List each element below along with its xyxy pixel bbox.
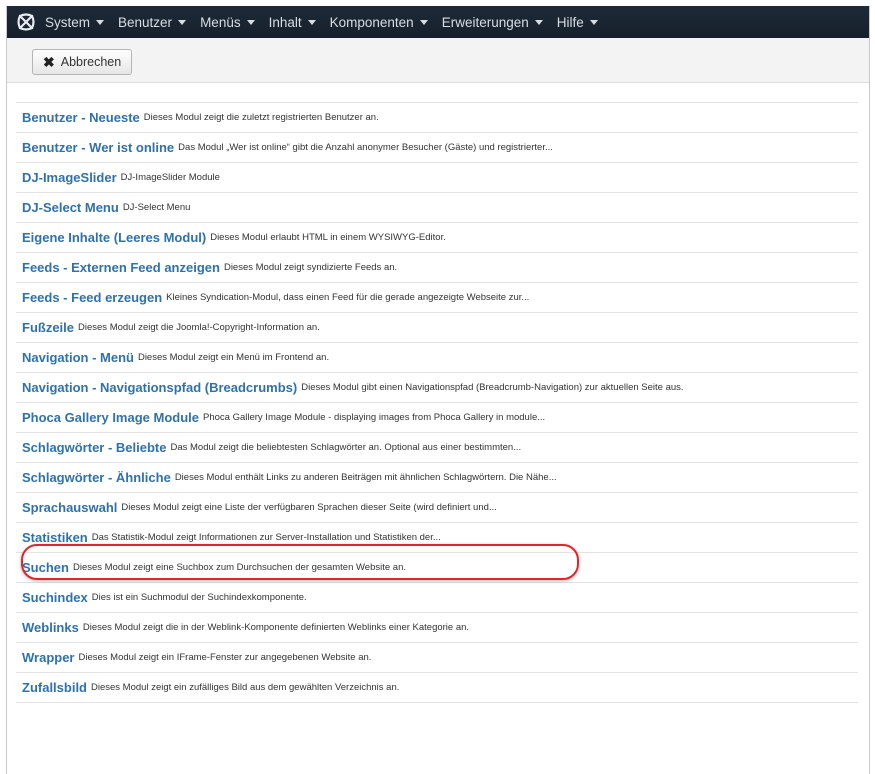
module-title-link[interactable]: Eigene Inhalte (Leeres Modul) [22, 230, 206, 245]
module-title-link[interactable]: DJ-ImageSlider [22, 170, 117, 185]
menu-erweiterungen[interactable]: Erweiterungen [442, 15, 543, 30]
module-row: Fußzeile Dieses Modul zeigt die Joomla!-C… [16, 313, 858, 343]
caret-down-icon [307, 19, 316, 25]
module-title-link[interactable]: Fußzeile [22, 320, 74, 335]
menu-label: Inhalt [268, 14, 302, 30]
menu-inhalt[interactable]: Inhalt [269, 15, 316, 30]
module-description: DJ-Select Menu [122, 202, 191, 213]
module-title-link[interactable]: Feeds - Feed erzeugen [22, 290, 162, 305]
module-description: Dieses Modul zeigt ein Menü im Frontend … [137, 352, 330, 363]
module-description: Dieses Modul gibt einen Navigationspfad … [301, 382, 684, 393]
caret-down-icon [246, 19, 255, 25]
close-icon: ✖ [43, 53, 55, 70]
module-row: Suchindex Dies ist ein Suchmodul der Such… [16, 583, 858, 613]
module-row-selected: Sprachauswahl Dieses Modul zeigt eine Lis… [16, 493, 858, 523]
module-description: Dieses Modul zeigt die in der Weblink-Ko… [82, 622, 470, 633]
module-title-link[interactable]: Suchindex [22, 590, 88, 605]
module-title-link[interactable]: Sprachauswahl [22, 500, 117, 515]
module-title-link[interactable]: Zufallsbild [22, 680, 87, 695]
module-row: DJ-Select Menu DJ-Select Menu [16, 193, 858, 223]
module-row: Navigation - Navigationspfad (Breadcrumb… [16, 373, 858, 403]
module-row: DJ-ImageSlider DJ-ImageSlider Module [16, 163, 858, 193]
caret-down-icon [178, 19, 187, 25]
module-title-link[interactable]: Schlagwörter - Beliebte [22, 440, 166, 455]
toolbar: ✖ Abbrechen [7, 38, 869, 83]
module-row: Suchen Dieses Modul zeigt eine Suchbox zu… [16, 553, 858, 583]
module-description: DJ-ImageSlider Module [120, 172, 220, 183]
module-title-link[interactable]: DJ-Select Menu [22, 200, 119, 215]
module-title-link[interactable]: Navigation - Menü [22, 350, 134, 365]
menu-label: System [45, 14, 91, 30]
menu-menues[interactable]: Menüs [200, 15, 255, 30]
module-description: Dieses Modul zeigt syndizierte Feeds an. [223, 262, 398, 273]
module-row: Feeds - Feed erzeugen Kleines Syndication… [16, 283, 858, 313]
caret-down-icon [419, 19, 428, 25]
module-title-link[interactable]: Feeds - Externen Feed anzeigen [22, 260, 220, 275]
module-row: Schlagwörter - Beliebte Das Modul zeigt d… [16, 433, 858, 463]
module-description: Dieses Modul zeigt die Joomla!-Copyright… [78, 322, 320, 333]
module-row: Weblinks Dieses Modul zeigt die in der We… [16, 613, 858, 643]
module-title-link[interactable]: Schlagwörter - Ähnliche [22, 470, 171, 485]
menu-label: Benutzer [118, 14, 173, 30]
module-description: Kleines Syndication-Modul, dass einen Fe… [166, 292, 530, 303]
menu-system[interactable]: System [45, 14, 105, 30]
module-description: Dieses Modul enthält Links zu anderen Be… [174, 472, 557, 483]
module-title-link[interactable]: Wrapper [22, 650, 75, 665]
module-description: Dieses Modul zeigt eine Suchbox zum Durc… [72, 562, 406, 573]
module-title-link[interactable]: Statistiken [22, 530, 88, 545]
module-row: Schlagwörter - Ähnliche Dieses Modul enth… [16, 463, 858, 493]
module-title-link[interactable]: Benutzer - Neueste [22, 110, 140, 125]
caret-down-icon [534, 19, 543, 25]
caret-down-icon [589, 19, 598, 25]
menu-label: Hilfe [556, 14, 584, 30]
module-description: Phoca Gallery Image Module - displaying … [203, 412, 546, 423]
module-description: Dieses Modul zeigt ein zufälliges Bild a… [91, 682, 400, 693]
menu-label: Menüs [200, 14, 241, 30]
module-title-link[interactable]: Weblinks [22, 620, 79, 635]
module-title-link[interactable]: Navigation - Navigationspfad (Breadcrumb… [22, 380, 297, 395]
joomla-logo-icon[interactable] [7, 6, 45, 38]
module-row: Eigene Inhalte (Leeres Modul) Dieses Modu… [16, 223, 858, 253]
module-description: Das Statistik-Modul zeigt Informationen … [91, 532, 441, 543]
module-description: Dies ist ein Suchmodul der Suchindexkomp… [91, 592, 307, 603]
module-title-link[interactable]: Suchen [22, 560, 69, 575]
menu-label: Komponenten [329, 14, 414, 30]
module-row: Navigation - Menü Dieses Modul zeigt ein … [16, 343, 858, 373]
module-row: Phoca Gallery Image Module Phoca Gallery … [16, 403, 858, 433]
cancel-button[interactable]: ✖ Abbrechen [32, 49, 133, 75]
module-title-link[interactable]: Phoca Gallery Image Module [22, 410, 199, 425]
module-description: Dieses Modul zeigt die zuletzt registrie… [143, 112, 379, 123]
top-navbar: System Benutzer Menüs Inhalt Komponenten… [7, 6, 869, 38]
list-item-partial [16, 92, 858, 103]
menu-label: Erweiterungen [441, 14, 529, 30]
module-description: Dieses Modul zeigt eine Liste der verfüg… [121, 502, 497, 513]
module-row: Statistiken Das Statistik-Modul zeigt Inf… [16, 523, 858, 553]
menu-hilfe[interactable]: Hilfe [557, 15, 598, 30]
module-description: Dieses Modul zeigt ein IFrame-Fenster zu… [78, 652, 372, 663]
app-window: System Benutzer Menüs Inhalt Komponenten… [6, 6, 870, 774]
module-row: Benutzer - Wer ist online Das Modul „Wer … [16, 133, 858, 163]
module-row: Benutzer - Neueste Dieses Modul zeigt die… [16, 103, 858, 133]
caret-down-icon [96, 19, 105, 25]
module-title-link[interactable]: Benutzer - Wer ist online [22, 140, 174, 155]
module-description: Dieses Modul erlaubt HTML in einem WYSIW… [210, 232, 446, 243]
module-row: Zufallsbild Dieses Modul zeigt ein zufäll… [16, 673, 858, 703]
cancel-button-label: Abbrechen [60, 55, 122, 69]
module-row: Feeds - Externen Feed anzeigen Dieses Mod… [16, 253, 858, 283]
module-description: Das Modul „Wer ist online“ gibt die Anza… [178, 142, 553, 153]
module-description: Das Modul zeigt die beliebtesten Schlagw… [170, 442, 522, 453]
module-row: Wrapper Dieses Modul zeigt ein IFrame-Fen… [16, 643, 858, 673]
menu-komponenten[interactable]: Komponenten [330, 15, 428, 30]
menu-benutzer[interactable]: Benutzer [118, 14, 187, 30]
